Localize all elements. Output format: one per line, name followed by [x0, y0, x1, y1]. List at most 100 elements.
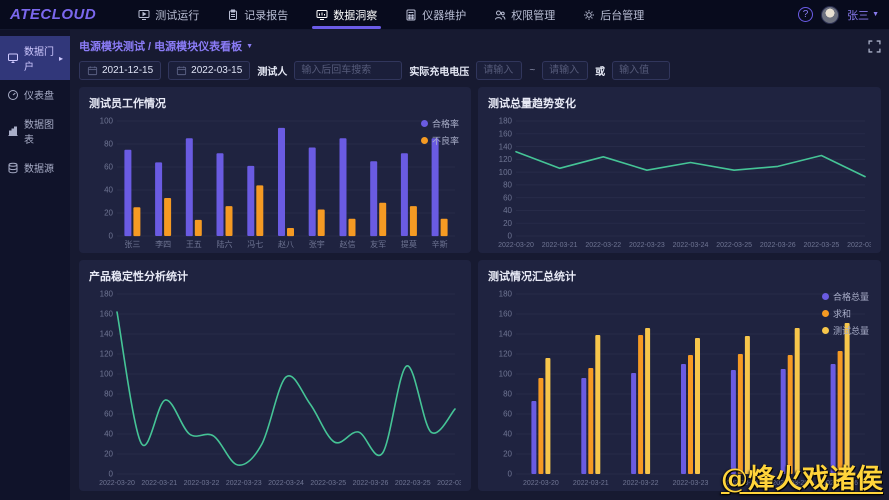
svg-text:100: 100 [499, 168, 513, 177]
chart-tester-performance: 020406080100张三李四王五陆六冯七赵八张宇赵信友军提莫辛斯合格率不良率 [89, 113, 461, 251]
svg-text:140: 140 [100, 330, 114, 339]
svg-text:2022-03-25: 2022-03-25 [803, 242, 839, 249]
svg-text:2022-03-22: 2022-03-22 [184, 480, 220, 487]
svg-text:2022-03-26: 2022-03-26 [760, 242, 796, 249]
svg-text:2022-03-24: 2022-03-24 [673, 242, 709, 249]
svg-text:2022-03-23: 2022-03-23 [629, 242, 665, 249]
legend-dot-icon [421, 137, 428, 144]
svg-text:2022-03-25: 2022-03-25 [310, 480, 346, 487]
data-insight-icon [316, 9, 328, 21]
svg-text:100: 100 [100, 370, 114, 379]
svg-text:0: 0 [508, 232, 513, 241]
sidebar-item-label: 数据门户 [24, 43, 54, 73]
sidebar-item-data-portal[interactable]: 数据门户 ▸ [0, 36, 70, 80]
nav-item-label: 数据洞察 [333, 7, 377, 23]
panel-title: 产品稳定性分析统计 [89, 268, 461, 284]
svg-text:陆六: 陆六 [217, 239, 233, 249]
svg-text:140: 140 [499, 330, 513, 339]
svg-text:20: 20 [503, 219, 512, 228]
svg-text:100: 100 [100, 117, 114, 126]
range-separator: ~ [529, 65, 535, 76]
svg-text:120: 120 [499, 350, 513, 359]
svg-text:2022-03-21: 2022-03-21 [141, 480, 177, 487]
tester-search-input[interactable] [294, 61, 402, 80]
user-avatar[interactable] [821, 6, 839, 24]
help-icon[interactable]: ? [798, 7, 813, 22]
breadcrumb-row: 电源模块测试 / 电源模块仪表看板 ▼ [79, 37, 881, 55]
date-end-picker[interactable]: 2022-03-15 [168, 61, 250, 80]
sidebar-item-data-charts[interactable]: 数据图表 [0, 109, 70, 153]
svg-text:60: 60 [104, 163, 113, 172]
svg-text:60: 60 [503, 193, 512, 202]
top-navbar: ATECLOUD 测试运行 记录报告 数据洞察 仪器维护 [0, 0, 889, 30]
fullscreen-icon[interactable] [868, 40, 881, 53]
legend-item[interactable]: 合格总量 [822, 290, 869, 303]
nav-right-group: ? 张三 ▼ [798, 6, 879, 24]
legend-label: 合格总量 [833, 290, 869, 303]
calendar-icon [176, 65, 187, 76]
instrument-icon [405, 9, 417, 21]
svg-text:友军: 友军 [370, 239, 386, 249]
nav-item-instrument[interactable]: 仪器维护 [391, 0, 480, 29]
date-start-picker[interactable]: 2021-12-15 [79, 61, 161, 80]
nav-item-label: 权限管理 [511, 7, 555, 23]
nav-item-record-report[interactable]: 记录报告 [213, 0, 302, 29]
svg-text:2022-03-23: 2022-03-23 [226, 480, 262, 487]
legend-item[interactable]: 求和 [822, 307, 869, 320]
sidebar-item-label: 数据图表 [24, 116, 63, 146]
svg-text:80: 80 [104, 140, 113, 149]
svg-text:2022-03-25: 2022-03-25 [395, 480, 431, 487]
nav-item-test-run[interactable]: 测试运行 [124, 0, 213, 29]
main-content: 电源模块测试 / 电源模块仪表看板 ▼ 2021-12-15 2022-03-1… [70, 30, 889, 500]
voltage-label: 实际充电电压 [409, 63, 469, 78]
user-menu[interactable]: 张三 ▼ [847, 7, 879, 23]
svg-text:2022-03-21: 2022-03-21 [542, 242, 578, 249]
permissions-icon [494, 9, 506, 21]
svg-text:180: 180 [499, 117, 513, 126]
svg-text:180: 180 [100, 290, 114, 299]
legend-item[interactable]: 合格率 [421, 117, 459, 130]
legend-dot-icon [822, 293, 829, 300]
legend-dot-icon [822, 310, 829, 317]
sidebar: 数据门户 ▸ 仪表盘 数据图表 数据源 [0, 30, 70, 500]
nav-item-permissions[interactable]: 权限管理 [480, 0, 569, 29]
svg-text:2022-03-27: 2022-03-27 [437, 480, 461, 487]
voltage-min-input[interactable] [476, 61, 522, 80]
nav-item-admin[interactable]: 后台管理 [569, 0, 658, 29]
svg-text:0: 0 [508, 470, 513, 479]
data-portal-icon [7, 52, 19, 64]
chevron-down-icon: ▼ [872, 11, 879, 18]
panel-stability-analysis: 产品稳定性分析统计 0204060801001201401601802022-0… [79, 260, 471, 491]
svg-text:160: 160 [499, 129, 513, 138]
database-icon [7, 162, 19, 174]
svg-text:60: 60 [503, 410, 512, 419]
svg-text:冯七: 冯七 [247, 240, 263, 249]
svg-text:60: 60 [104, 410, 113, 419]
svg-text:张三: 张三 [124, 240, 140, 249]
legend-dot-icon [421, 120, 428, 127]
sidebar-item-label: 数据源 [24, 160, 54, 175]
sidebar-item-data-source[interactable]: 数据源 [0, 153, 70, 182]
value-input[interactable] [612, 61, 670, 80]
chart-legend: 合格总量求和测试总量 [822, 290, 869, 337]
date-start-value: 2021-12-15 [102, 65, 153, 76]
legend-item[interactable]: 测试总量 [822, 324, 869, 337]
svg-text:80: 80 [503, 181, 512, 190]
svg-text:张宇: 张宇 [309, 239, 325, 249]
legend-dot-icon [822, 327, 829, 334]
svg-text:80: 80 [104, 390, 113, 399]
nav-item-data-insight[interactable]: 数据洞察 [302, 0, 391, 29]
legend-label: 合格率 [432, 117, 459, 130]
chart-total-trend: 0204060801001201401601802022-03-202022-0… [488, 113, 871, 251]
calendar-icon [87, 65, 98, 76]
main-nav: 测试运行 记录报告 数据洞察 仪器维护 权限管理 [124, 0, 658, 29]
svg-text:160: 160 [499, 310, 513, 319]
breadcrumb[interactable]: 电源模块测试 / 电源模块仪表看板 ▼ [79, 38, 253, 54]
filter-bar: 2021-12-15 2022-03-15 测试人 实际充电电压 ~ 或 [79, 61, 881, 80]
svg-text:40: 40 [104, 186, 113, 195]
panel-total-trend: 测试总量趋势变化 0204060801001201401601802022-03… [478, 87, 881, 253]
sidebar-item-dashboard[interactable]: 仪表盘 [0, 80, 70, 109]
voltage-max-input[interactable] [542, 61, 588, 80]
gauge-icon [7, 89, 19, 101]
legend-item[interactable]: 不良率 [421, 134, 459, 147]
